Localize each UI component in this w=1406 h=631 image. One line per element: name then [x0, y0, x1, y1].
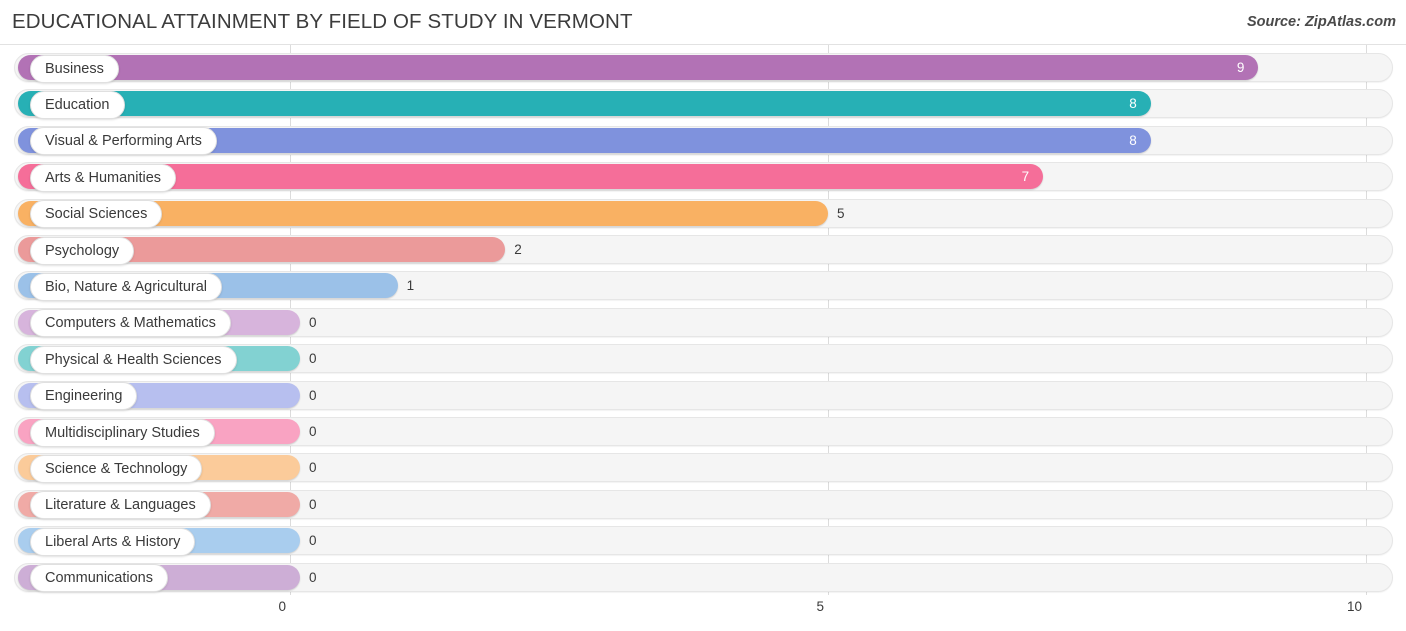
- bar-fill[interactable]: [18, 55, 1259, 80]
- source-attribution: Source: ZipAtlas.com: [1246, 14, 1396, 30]
- bar-category-label: Business: [30, 54, 119, 83]
- bar-category-label: Communications: [30, 564, 168, 593]
- bar-value-label: 0: [309, 314, 317, 330]
- bar-value-label: 9: [1236, 60, 1245, 75]
- bar-row[interactable]: Social Sciences 5: [0, 196, 1406, 232]
- bar-category-label: Multidisciplinary Studies: [30, 418, 215, 447]
- bar-value-label: 0: [309, 569, 317, 585]
- bar-category-label: Visual & Performing Arts: [30, 127, 217, 156]
- bar-row[interactable]: Education 8: [0, 86, 1406, 122]
- bar-category-label: Social Sciences: [30, 200, 163, 229]
- bar-row[interactable]: Multidisciplinary Studies 0: [0, 414, 1406, 450]
- bar-value-label: 1: [406, 278, 415, 294]
- bar-category-label: Physical & Health Sciences: [30, 345, 237, 374]
- bar-value-label: 0: [309, 351, 317, 367]
- bar-row[interactable]: Bio, Nature & Agricultural 1: [0, 268, 1406, 304]
- bar-value-label: 8: [1129, 96, 1137, 112]
- bar-rows: Business 9 Education 8 Visual & Performing A…: [0, 45, 1406, 595]
- chart-header: EDUCATIONAL ATTAINMENT BY FIELD OF STUDY…: [0, 0, 1406, 44]
- bar-category-label: Bio, Nature & Agricultural: [30, 272, 222, 301]
- bar-value-label: 5: [837, 205, 845, 221]
- x-axis-tick-label: 0: [278, 599, 286, 614]
- bar-category-label: Literature & Languages: [30, 491, 211, 520]
- bar-row[interactable]: Literature & Languages 0: [0, 487, 1406, 523]
- bar-value-label: 0: [309, 387, 317, 403]
- bar-value-label: 0: [309, 460, 317, 476]
- bar-row[interactable]: Psychology 2: [0, 232, 1406, 268]
- bar-category-label: Science & Technology: [30, 454, 203, 483]
- bar-row[interactable]: Visual & Performing Arts 8: [0, 123, 1406, 159]
- bar-fill[interactable]: [18, 91, 1151, 117]
- bar-value-label: 2: [514, 242, 522, 257]
- bar-category-label: Education: [30, 90, 125, 119]
- x-axis: 0 5 10: [0, 595, 1406, 631]
- bar-value-label: 0: [309, 496, 317, 512]
- x-axis-tick-label: 10: [1346, 599, 1362, 614]
- bar-value-label: 7: [1021, 169, 1030, 185]
- bar-category-label: Computers & Mathematics: [30, 309, 231, 338]
- bar-value-label: 0: [309, 533, 317, 549]
- page-title: EDUCATIONAL ATTAINMENT BY FIELD OF STUDY…: [12, 10, 633, 33]
- bar-row[interactable]: Physical & Health Sciences 0: [0, 341, 1406, 377]
- bar-category-label: Liberal Arts & History: [30, 527, 196, 556]
- x-axis-tick-label: 5: [816, 599, 824, 614]
- bar-row[interactable]: Liberal Arts & History 0: [0, 523, 1406, 559]
- bar-row[interactable]: Communications 0: [0, 560, 1406, 596]
- bar-row[interactable]: Computers & Mathematics 0: [0, 305, 1406, 341]
- bar-row[interactable]: Arts & Humanities 7: [0, 159, 1406, 195]
- bar-row[interactable]: Business 9: [0, 50, 1406, 86]
- bar-category-label: Arts & Humanities: [30, 163, 177, 192]
- bar-row[interactable]: Science & Technology 0: [0, 450, 1406, 486]
- bar-value-label: 8: [1129, 132, 1137, 148]
- bar-category-label: Engineering: [30, 382, 138, 411]
- bar-value-label: 0: [309, 424, 317, 439]
- chart-plot-area: Business 9 Education 8 Visual & Performing A…: [0, 45, 1406, 595]
- bar-category-label: Psychology: [30, 236, 135, 265]
- bar-row[interactable]: Engineering 0: [0, 378, 1406, 414]
